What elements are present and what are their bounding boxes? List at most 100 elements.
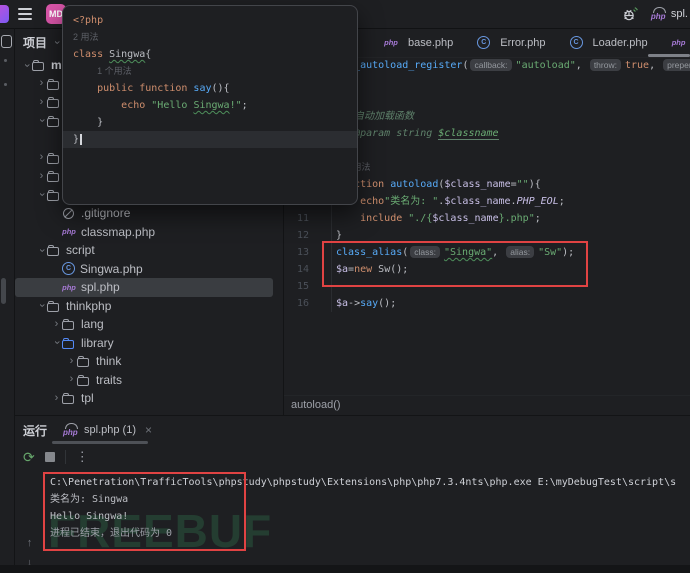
code-text: $a=new Sw(); bbox=[332, 261, 408, 278]
code-token bbox=[73, 83, 97, 94]
tab-label: Error.php bbox=[500, 37, 545, 49]
code-token: "Sw" bbox=[538, 247, 562, 258]
scrollbar-thumb[interactable] bbox=[1, 278, 6, 304]
code-text: $a->say(); bbox=[332, 295, 396, 312]
code-token: (); bbox=[390, 264, 408, 275]
quick-definition-popup[interactable]: <?php2 用法class Singwa{ 1 个用法 public func… bbox=[62, 5, 358, 205]
code-token: $classname bbox=[438, 128, 498, 140]
debug-listener-icon[interactable] bbox=[621, 5, 639, 23]
chevron-expanded-icon[interactable]: › bbox=[36, 115, 47, 126]
chevron-collapsed-icon[interactable]: › bbox=[66, 374, 77, 385]
tree-item-label: lang bbox=[81, 317, 104, 331]
chevron-collapsed-icon[interactable]: › bbox=[36, 171, 47, 182]
code-token: include bbox=[360, 213, 408, 224]
folder-icon bbox=[47, 244, 61, 256]
class-icon: C bbox=[62, 262, 75, 275]
run-configuration-selector[interactable]: php spl. bbox=[651, 7, 688, 21]
run-tab[interactable]: php spl.php (1) × bbox=[63, 423, 152, 437]
code-line: 16$a->say(); bbox=[284, 295, 690, 312]
folder-icon bbox=[47, 170, 61, 182]
console-line: 进程已结束，退出代码为 0 bbox=[50, 525, 690, 542]
code-token: new bbox=[354, 264, 378, 275]
tree-item-Singwa.php[interactable]: CSingwa.php bbox=[15, 260, 283, 279]
tree-item-classmap.php[interactable]: phpclassmap.php bbox=[15, 223, 283, 242]
php-run-config-icon: php bbox=[651, 7, 667, 21]
run-tool-window: 运行 php spl.php (1) × ⟳ ⋮ ↑ ↓ ↵ ⇟ C:\Pene… bbox=[15, 415, 690, 566]
code-token: Singwa bbox=[193, 100, 229, 111]
code-token: say bbox=[360, 298, 378, 309]
project-tool-icon[interactable] bbox=[1, 35, 12, 48]
status-bar bbox=[0, 565, 690, 573]
chevron-expanded-icon[interactable]: › bbox=[36, 300, 47, 311]
folder-icon bbox=[47, 300, 61, 312]
more-options-icon[interactable]: ⋮ bbox=[76, 449, 89, 465]
tree-item-spl.php[interactable]: phpspl.php bbox=[15, 278, 273, 297]
scroll-up-icon[interactable]: ↑ bbox=[21, 534, 38, 551]
code-token: }.php" bbox=[499, 213, 535, 224]
tab-Loader.php[interactable]: CLoader.php bbox=[558, 28, 660, 57]
code-token: ; bbox=[559, 196, 565, 207]
console-output[interactable]: C:\Penetration\TrafficTools\phpstudy\php… bbox=[50, 474, 690, 566]
chevron-collapsed-icon[interactable]: › bbox=[51, 319, 62, 330]
code-token: } bbox=[73, 134, 79, 145]
code-token: (); bbox=[378, 298, 396, 309]
code-token bbox=[73, 100, 121, 111]
main-menu-icon[interactable] bbox=[18, 8, 32, 20]
code-token: $class_name bbox=[444, 179, 510, 190]
code-token: 2 用法 bbox=[73, 32, 99, 42]
tree-item-script[interactable]: ›script bbox=[15, 241, 283, 260]
stripe-dot-icon bbox=[4, 59, 7, 62]
code-text: } bbox=[332, 227, 342, 244]
stripe-dot-icon bbox=[4, 83, 7, 86]
code-token: prepend: bbox=[663, 59, 690, 71]
tab-sp[interactable]: phpsp bbox=[660, 28, 690, 57]
tree-item-thinkphp[interactable]: ›thinkphp bbox=[15, 297, 283, 316]
code-token: "Singwa" bbox=[444, 247, 492, 258]
code-line: 13class_alias(class:"Singwa", alias:"Sw"… bbox=[284, 244, 690, 261]
chevron-collapsed-icon[interactable]: › bbox=[36, 97, 47, 108]
code-token: } bbox=[73, 117, 103, 128]
text-caret bbox=[80, 134, 82, 145]
line-number: 14 bbox=[284, 261, 332, 278]
console-line: Hello Singwa! bbox=[50, 508, 690, 525]
php-icon: php bbox=[62, 226, 76, 238]
code-token: "autoload" bbox=[516, 60, 576, 71]
code-token: ); bbox=[562, 247, 574, 258]
chevron-collapsed-icon[interactable]: › bbox=[36, 152, 47, 163]
code-token: } bbox=[336, 230, 342, 241]
tree-item-lang[interactable]: › lang bbox=[15, 315, 283, 334]
code-token bbox=[73, 66, 97, 77]
tab-Error.php[interactable]: CError.php bbox=[465, 28, 557, 57]
chevron-expanded-icon[interactable]: › bbox=[21, 60, 32, 71]
project-panel-title: 项目 bbox=[23, 34, 47, 51]
stop-icon[interactable] bbox=[45, 452, 55, 462]
code-token: $a bbox=[336, 298, 348, 309]
code-token: { bbox=[145, 49, 151, 60]
tree-item-tpl[interactable]: ›tpl bbox=[15, 389, 283, 408]
breadcrumb[interactable]: autoload() bbox=[284, 395, 690, 415]
tree-item-traits[interactable]: ›traits bbox=[15, 371, 283, 390]
toolbar-divider bbox=[65, 450, 66, 464]
code-token: -> bbox=[348, 298, 360, 309]
code-token: ; bbox=[242, 100, 248, 111]
rerun-icon[interactable]: ⟳ bbox=[23, 450, 35, 464]
chevron-collapsed-icon[interactable]: › bbox=[66, 356, 77, 367]
tree-item-library[interactable]: › library bbox=[15, 334, 283, 353]
folder-icon bbox=[62, 392, 76, 404]
chevron-collapsed-icon[interactable]: › bbox=[51, 393, 62, 404]
tab-base.php[interactable]: phpbase.php bbox=[372, 28, 465, 57]
close-icon[interactable]: × bbox=[145, 423, 152, 437]
chevron-collapsed-icon[interactable]: › bbox=[36, 78, 47, 89]
php-icon: php bbox=[62, 281, 76, 293]
tree-item-label: library bbox=[81, 336, 114, 350]
tree-item-.gitignore[interactable]: .gitignore bbox=[15, 204, 283, 223]
code-text: function autoload($class_name=""){ bbox=[332, 176, 541, 193]
code-text: include "./{$class_name}.php"; bbox=[332, 210, 541, 227]
code-token: say bbox=[193, 83, 211, 94]
tree-item-think[interactable]: ›think bbox=[15, 352, 283, 371]
code-token: , bbox=[492, 247, 504, 258]
php-file-icon: php bbox=[384, 37, 398, 49]
chevron-expanded-icon[interactable]: › bbox=[36, 189, 47, 200]
chevron-expanded-icon[interactable]: › bbox=[36, 245, 47, 256]
chevron-expanded-icon[interactable]: › bbox=[51, 337, 62, 348]
